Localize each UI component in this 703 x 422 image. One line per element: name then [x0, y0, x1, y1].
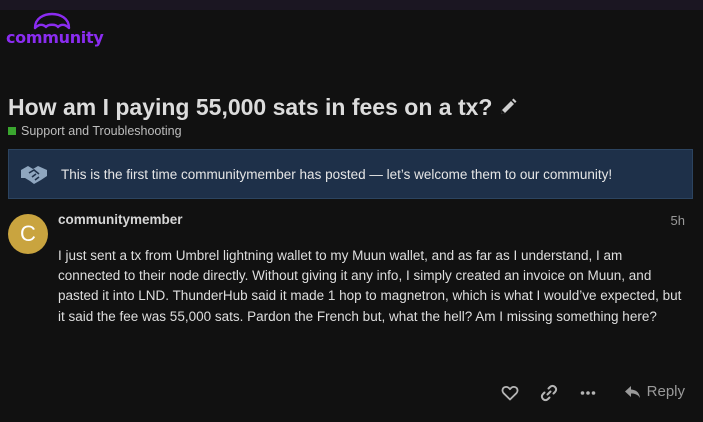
logo-text: community — [6, 28, 104, 47]
post-actions: Reply — [0, 380, 703, 406]
topic-title-row: How am I paying 55,000 sats in fees on a… — [8, 92, 518, 122]
post-username[interactable]: communitymember — [58, 212, 183, 227]
topic-title[interactable]: How am I paying 55,000 sats in fees on a… — [8, 94, 492, 121]
site-logo[interactable]: community — [6, 12, 106, 48]
reply-label: Reply — [646, 383, 685, 400]
avatar-letter: C — [20, 221, 36, 246]
ellipsis-icon — [580, 391, 596, 395]
post-time[interactable]: 5h — [671, 213, 685, 228]
post-body: I just sent a tx from Umbrel lightning w… — [58, 248, 682, 324]
first-post-notice: This is the first time communitymember h… — [8, 149, 693, 199]
more-actions-button[interactable] — [577, 382, 599, 404]
share-link-button[interactable] — [538, 382, 560, 404]
like-button[interactable] — [499, 382, 521, 404]
top-bar — [0, 0, 703, 10]
pencil-icon[interactable] — [498, 97, 518, 117]
handshake-icon — [21, 166, 47, 184]
heart-icon — [501, 386, 519, 401]
avatar[interactable]: C — [8, 214, 48, 254]
category-label: Support and Troubleshooting — [21, 124, 182, 138]
category-color-swatch — [8, 127, 16, 135]
topic-category[interactable]: Support and Troubleshooting — [8, 124, 182, 138]
notice-text: This is the first time communitymember h… — [61, 166, 613, 182]
link-icon — [540, 384, 558, 402]
reply-icon — [624, 385, 640, 398]
reply-button[interactable]: Reply — [624, 383, 685, 400]
